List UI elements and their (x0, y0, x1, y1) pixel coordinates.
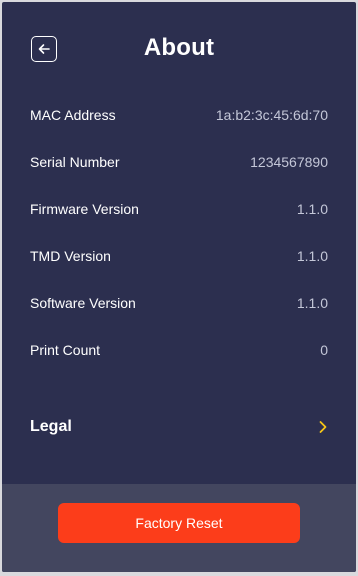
legal-label: Legal (30, 418, 72, 435)
info-label: TMD Version (30, 248, 111, 264)
info-value: 1234567890 (250, 154, 328, 170)
info-label: MAC Address (30, 107, 116, 123)
info-label: Software Version (30, 295, 136, 311)
info-label: Firmware Version (30, 201, 139, 217)
info-value: 1.1.0 (296, 201, 328, 217)
chevron-right-icon (319, 421, 327, 433)
info-row-tmd-version: TMD Version 1.1.0 (30, 248, 328, 295)
about-screen: About MAC Address 1a:b2:3c:45:6d:70 Seri… (2, 2, 356, 572)
info-label: Print Count (30, 342, 101, 358)
legal-link[interactable]: Legal (30, 415, 330, 439)
info-row-print-count: Print Count 0 (30, 342, 328, 389)
info-value: 1.1.0 (296, 248, 328, 264)
info-row-software-version: Software Version 1.1.0 (30, 295, 328, 342)
info-value: 1.1.0 (296, 295, 328, 311)
info-row-serial-number: Serial Number 1234567890 (30, 154, 328, 201)
header: About (2, 26, 356, 70)
info-row-mac-address: MAC Address 1a:b2:3c:45:6d:70 (30, 107, 328, 154)
factory-reset-button[interactable]: Factory Reset (58, 503, 300, 543)
page-title: About (143, 34, 215, 61)
info-value: 1a:b2:3c:45:6d:70 (215, 107, 328, 123)
info-label: Serial Number (30, 154, 120, 170)
device-info-list: MAC Address 1a:b2:3c:45:6d:70 Serial Num… (30, 107, 328, 389)
info-row-firmware-version: Firmware Version 1.1.0 (30, 201, 328, 248)
footer: Factory Reset (2, 484, 356, 572)
info-value: 0 (320, 342, 328, 358)
